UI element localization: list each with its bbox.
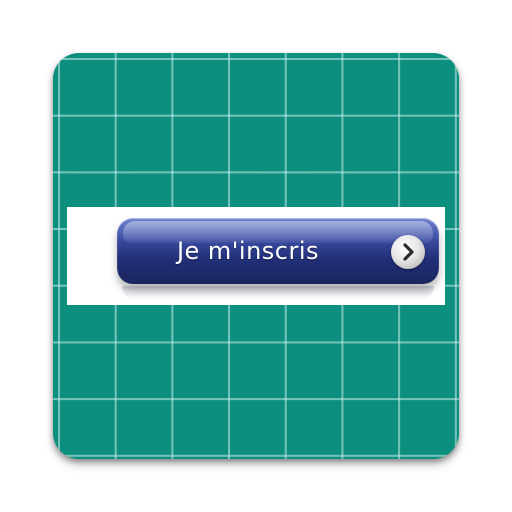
chevron-right-icon xyxy=(391,235,425,269)
signup-button[interactable]: Je m'inscris xyxy=(117,218,439,284)
signup-button-label: Je m'inscris xyxy=(176,237,320,265)
button-reflection xyxy=(122,286,434,300)
screen: Je m'inscris xyxy=(0,0,512,512)
